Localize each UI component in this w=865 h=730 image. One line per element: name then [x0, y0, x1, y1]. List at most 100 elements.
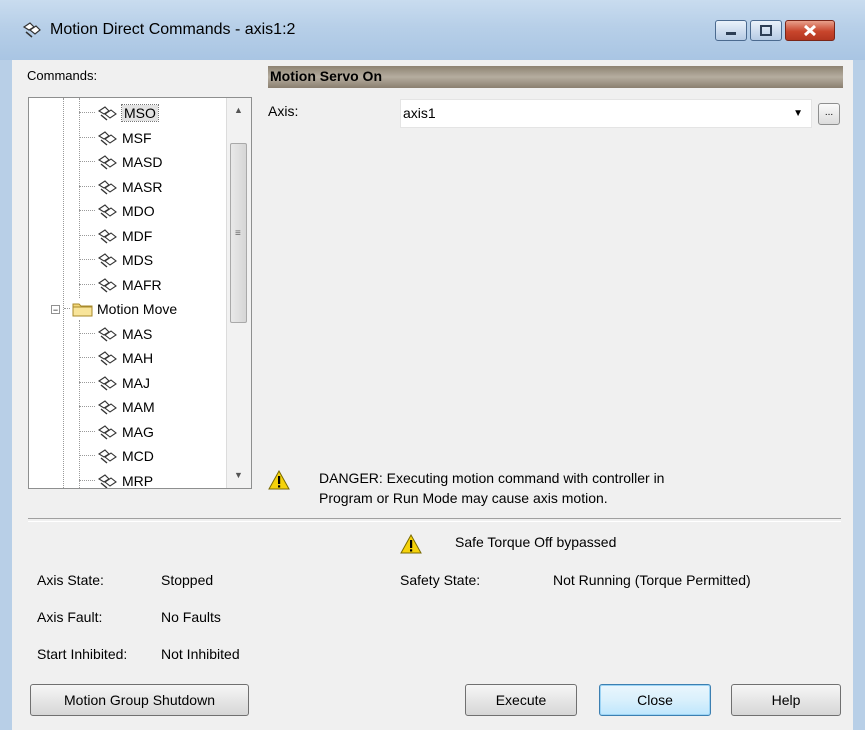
tree-command-item[interactable]: MAJ [79, 372, 150, 394]
tree-connector [79, 185, 95, 188]
tree-command-item[interactable]: MDF [79, 225, 152, 247]
close-window-button[interactable] [785, 20, 835, 41]
tree-connector [79, 259, 95, 261]
tree-command-item[interactable]: MCD [79, 445, 154, 467]
close-button[interactable]: Close [599, 684, 711, 716]
motion-command-icon [97, 179, 117, 195]
warning-icon [400, 534, 422, 554]
folder-icon [72, 303, 93, 317]
warning-icon [268, 470, 290, 490]
tree-command-item[interactable]: MDS [79, 249, 153, 271]
axis-value: axis1 [403, 105, 436, 121]
tree-connector [79, 479, 95, 482]
danger-line: DANGER: Executing motion command with co… [319, 470, 665, 486]
tree-item-label: MAFR [122, 276, 162, 293]
motion-command-icon [97, 228, 117, 244]
tree-content: MSO MSF MASD MASR MDO MDF MDS MAFR − Motion Move M… [29, 98, 227, 488]
tree-item-label: MDO [122, 203, 155, 219]
tree-item-label: MSO [121, 104, 159, 122]
tree-command-item[interactable]: MAG [79, 421, 154, 443]
tree-connector [79, 406, 95, 408]
motion-command-icon [97, 375, 117, 391]
tree-connector [79, 112, 95, 114]
tree-command-item[interactable]: MASD [79, 151, 162, 173]
commands-label: Commands: [27, 68, 98, 83]
motion-command-icon [97, 351, 117, 366]
motion-direct-commands-window: Motion Direct Commands - axis1:2 Command… [0, 0, 865, 730]
minimize-button[interactable] [715, 20, 747, 41]
help-button[interactable]: Help [731, 684, 841, 716]
axis-label: Axis: [268, 103, 299, 119]
execute-button[interactable]: Execute [465, 684, 577, 716]
tree-command-item[interactable]: MAFR [79, 274, 162, 296]
motion-command-icon [97, 253, 117, 268]
tree-item-label: MRP [122, 472, 154, 489]
grip-icon: ≡ [235, 228, 241, 239]
tree-connector [79, 210, 95, 212]
motion-command-icon [97, 473, 117, 488]
safety-state-value: Not Running (Torque Permitted) [553, 572, 751, 588]
tree-folder-item[interactable]: − Motion Move [51, 298, 177, 320]
tree-item-label: MASR [122, 178, 163, 195]
axis-fault-label: Axis Fault: [37, 609, 103, 625]
tree-command-item[interactable]: MSF [79, 127, 152, 149]
tree-connector [79, 234, 95, 237]
motion-command-icon [97, 130, 117, 146]
divider [28, 518, 841, 522]
safety-state-label: Safety State: [400, 572, 481, 588]
tree-item-label: MAJ [122, 374, 150, 391]
scrollbar-thumb[interactable]: ≡ [230, 143, 247, 323]
tree-command-item[interactable]: MASR [79, 176, 162, 198]
tree-command-item[interactable]: MDO [79, 200, 155, 222]
tree-item-label: MCD [122, 448, 154, 464]
tree-connector [79, 381, 95, 384]
close-icon [803, 24, 817, 37]
tree-connector [79, 136, 95, 139]
tree-connector [79, 332, 95, 335]
title-bar[interactable]: Motion Direct Commands - axis1:2 [0, 0, 865, 60]
start-inhibited-value: Not Inhibited [161, 646, 240, 662]
maximize-button[interactable] [750, 20, 782, 41]
chevron-down-icon[interactable]: ▼ [793, 108, 803, 119]
window-frame-right [853, 60, 865, 730]
tree-command-item[interactable]: MAM [79, 396, 155, 418]
tree-command-item[interactable]: MAS [79, 323, 152, 345]
motion-command-icon [97, 204, 117, 219]
tree-item-label: MAS [122, 325, 153, 342]
tree-command-item[interactable]: MRP [79, 470, 154, 489]
tree-command-item[interactable]: MAH [79, 347, 153, 369]
tree-connector [79, 430, 95, 433]
browse-axis-button[interactable]: ... [818, 103, 840, 125]
tree-guide-line [63, 98, 64, 488]
tree-connector [64, 308, 70, 310]
tree-connector [79, 161, 95, 163]
tree-connector [79, 357, 95, 359]
start-inhibited-label: Start Inhibited: [37, 646, 128, 662]
tree-item-label: MDS [122, 252, 154, 268]
motion-command-icon [22, 22, 41, 38]
scroll-down-arrow-icon[interactable]: ▼ [230, 467, 247, 484]
tree-item-label: MAM [122, 399, 155, 415]
danger-warning-text: DANGER: Executing motion command with co… [319, 468, 749, 508]
motion-command-icon [97, 326, 117, 342]
tree-command-item[interactable]: MSO [79, 102, 159, 124]
axis-dropdown[interactable]: axis1 ▼ [400, 99, 812, 128]
motion-command-icon [97, 449, 117, 464]
axis-state-label: Axis State: [37, 572, 104, 588]
commands-tree[interactable]: MSO MSF MASD MASR MDO MDF MDS MAFR − Motion Move M… [28, 97, 252, 489]
window-frame-left [0, 60, 12, 730]
axis-state-value: Stopped [161, 572, 214, 588]
scroll-up-arrow-icon[interactable]: ▲ [230, 102, 247, 119]
tree-scrollbar[interactable]: ▲ ≡ ▼ [226, 98, 251, 488]
collapse-toggle-icon[interactable]: − [51, 304, 60, 314]
motion-command-icon [97, 400, 117, 415]
axis-fault-value: No Faults [161, 609, 221, 625]
danger-line: Program or Run Mode may cause axis motio… [319, 490, 608, 506]
tree-item-label: MASD [122, 154, 163, 170]
safe-torque-status: Safe Torque Off bypassed [455, 534, 617, 550]
tree-item-label: Motion Move [97, 301, 178, 317]
command-header: Motion Servo On [268, 66, 843, 88]
tree-item-label: MAH [122, 350, 154, 366]
motion-group-shutdown-button[interactable]: Motion Group Shutdown [30, 684, 249, 716]
tree-item-label: MSF [122, 129, 152, 146]
